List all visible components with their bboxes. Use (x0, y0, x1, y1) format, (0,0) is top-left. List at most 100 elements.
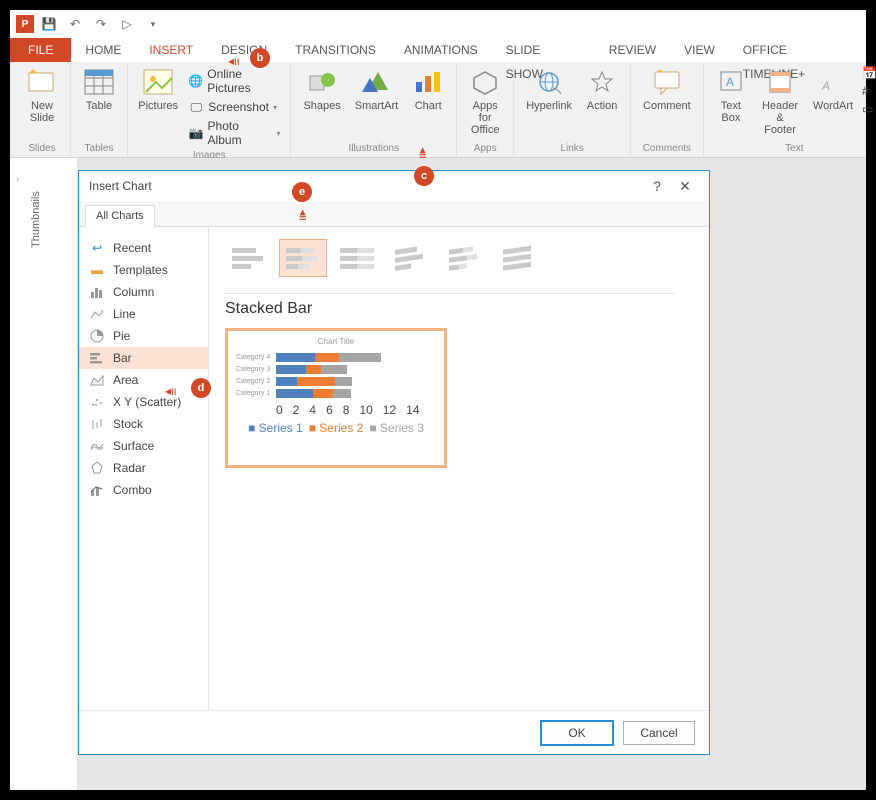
save-icon[interactable]: 💾 (38, 13, 60, 35)
tab-transitions[interactable]: TRANSITIONS (281, 38, 390, 62)
line-icon (89, 307, 105, 321)
pie-icon (89, 329, 105, 343)
comment-button[interactable]: Comment (637, 64, 697, 114)
tab-slideshow[interactable]: SLIDE SHOW (492, 38, 595, 62)
category-bar[interactable]: Bar (79, 347, 208, 369)
subtype-3d-clustered-bar[interactable] (387, 239, 435, 277)
redo-icon[interactable]: ↷ (90, 13, 112, 35)
present-icon[interactable]: ▷ (116, 13, 138, 35)
text-box-button[interactable]: A Text Box (710, 64, 752, 126)
category-pie[interactable]: Pie (79, 325, 208, 347)
category-scatter[interactable]: X Y (Scatter) (79, 391, 208, 413)
category-area[interactable]: Area (79, 369, 208, 391)
ribbon: New Slide Slides Table Tables Pictures (10, 62, 866, 158)
tab-office-timeline[interactable]: OFFICE TIMELINE+ (729, 38, 866, 62)
tab-file[interactable]: FILE (10, 38, 71, 62)
dialog-close-button[interactable]: ✕ (671, 178, 699, 195)
group-apps: Apps for Office Apps (457, 64, 514, 156)
bar-icon (89, 351, 105, 365)
subtype-stacked-bar[interactable] (279, 239, 327, 277)
table-icon (83, 66, 115, 98)
new-slide-button[interactable]: New Slide (20, 64, 64, 126)
action-button[interactable]: Action (580, 64, 624, 114)
tab-insert[interactable]: INSERT (135, 38, 207, 62)
photo-album-button[interactable]: 📷Photo Album ▾ (186, 118, 282, 148)
table-button[interactable]: Table (77, 64, 121, 114)
group-label: Apps (474, 143, 497, 156)
group-label: Slides (28, 143, 55, 156)
callout-c: c (414, 166, 434, 186)
category-line[interactable]: Line (79, 303, 208, 325)
subtype-100-stacked-bar[interactable] (333, 239, 381, 277)
ok-button[interactable]: OK (541, 721, 613, 745)
smartart-button[interactable]: SmartArt (349, 64, 404, 114)
date-time-icon[interactable]: 📅 (862, 66, 876, 80)
dialog-footer: OK Cancel (79, 710, 709, 754)
group-tables: Table Tables (71, 64, 128, 156)
pictures-icon (142, 66, 174, 98)
category-recent[interactable]: ↩Recent (79, 237, 208, 259)
cancel-button[interactable]: Cancel (623, 721, 695, 745)
callout-e: e (292, 182, 312, 202)
undo-icon[interactable]: ↶ (64, 13, 86, 35)
category-stock[interactable]: Stock (79, 413, 208, 435)
category-templates[interactable]: ▬Templates (79, 259, 208, 281)
qat-customize-icon[interactable]: ▾ (142, 13, 164, 35)
insert-chart-dialog: Insert Chart ? ✕ All Charts ↩Recent ▬Tem… (78, 170, 710, 755)
subtype-3d-100-stacked-bar[interactable] (495, 239, 543, 277)
expand-thumbnails-icon[interactable]: › (16, 174, 19, 185)
group-links: Hyperlink Action Links (514, 64, 631, 156)
category-radar[interactable]: Radar (79, 457, 208, 479)
thumbnails-pane: › Thumbnails (10, 158, 78, 790)
tab-view[interactable]: VIEW (670, 38, 729, 62)
category-column[interactable]: Column (79, 281, 208, 303)
group-slides: New Slide Slides (14, 64, 71, 156)
category-surface[interactable]: Surface (79, 435, 208, 457)
apps-for-office-button[interactable]: Apps for Office (463, 64, 507, 138)
area-icon (89, 373, 105, 387)
chart-button[interactable]: Chart (406, 64, 450, 114)
group-label: Text (785, 143, 803, 156)
hyperlink-button[interactable]: Hyperlink (520, 64, 578, 114)
group-label: Links (560, 143, 583, 156)
shapes-icon (306, 66, 338, 98)
chart-preview[interactable]: Chart Title Category 4Category 3Category… (225, 328, 447, 468)
app-logo-icon (16, 15, 34, 33)
stock-icon (89, 417, 105, 431)
comment-icon (651, 66, 683, 98)
apps-icon (469, 66, 501, 98)
online-pictures-button[interactable]: 🌐Online Pictures (186, 66, 282, 96)
dialog-help-button[interactable]: ? (643, 178, 671, 194)
slide-number-icon[interactable]: # (862, 84, 876, 98)
dialog-titlebar: Insert Chart ? ✕ (79, 171, 709, 201)
wordart-icon: A (817, 66, 849, 98)
shapes-button[interactable]: Shapes (297, 64, 346, 114)
callout-b: b (250, 48, 270, 68)
pictures-button[interactable]: Pictures (134, 64, 182, 114)
scatter-icon (89, 395, 105, 409)
chart-category-list: ↩Recent ▬Templates Column Line Pie Bar A… (79, 227, 209, 710)
subtype-3d-stacked-bar[interactable] (441, 239, 489, 277)
svg-text:A: A (821, 79, 830, 93)
group-images: Pictures 🌐Online Pictures 🖵Screenshot ▾ … (128, 64, 291, 156)
smartart-icon (360, 66, 392, 98)
subtype-title: Stacked Bar (225, 300, 693, 318)
subtype-clustered-bar[interactable] (225, 239, 273, 277)
wordart-button[interactable]: A WordArt (808, 64, 858, 114)
tab-design[interactable]: DESIGN (207, 38, 281, 62)
tab-review[interactable]: REVIEW (595, 38, 670, 62)
object-icon[interactable]: ▭ (862, 102, 876, 116)
group-comments: Comment Comments (631, 64, 704, 156)
header-footer-button[interactable]: Header & Footer (754, 64, 806, 138)
tab-animations[interactable]: ANIMATIONS (390, 38, 492, 62)
category-combo[interactable]: Combo (79, 479, 208, 501)
dialog-title: Insert Chart (89, 179, 152, 193)
new-slide-icon (26, 66, 58, 98)
surface-icon (89, 439, 105, 453)
group-label: Tables (85, 143, 114, 156)
dialog-tabstrip: All Charts (79, 201, 709, 227)
screenshot-button[interactable]: 🖵Screenshot ▾ (186, 98, 282, 116)
dialog-tab-all-charts[interactable]: All Charts (85, 205, 155, 227)
recent-icon: ↩ (89, 241, 105, 255)
tab-home[interactable]: HOME (71, 38, 135, 62)
